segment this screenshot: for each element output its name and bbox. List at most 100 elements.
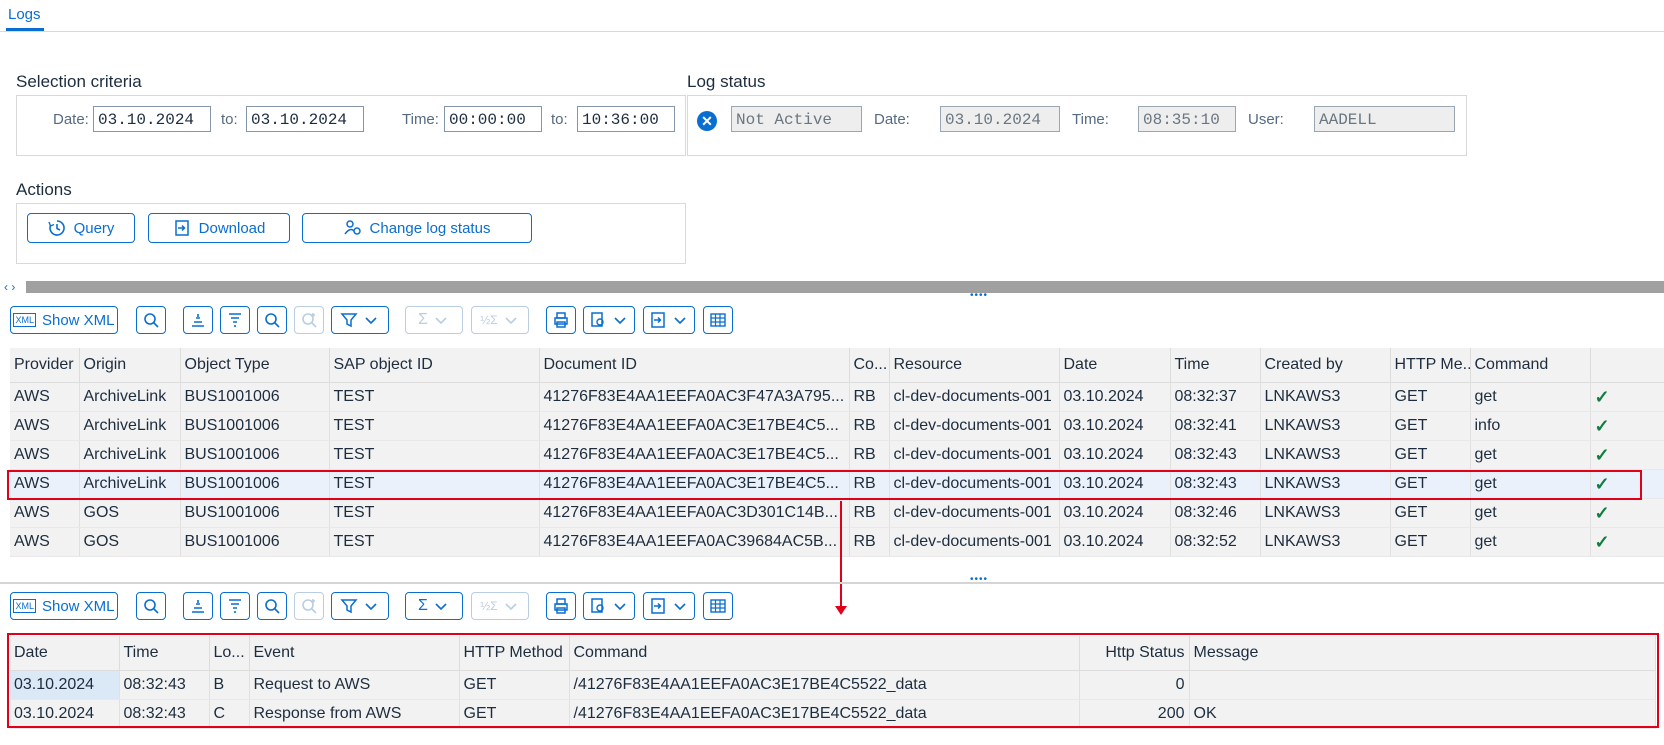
table-cell[interactable]: BUS1001006: [180, 498, 330, 528]
table-cell[interactable]: cl-dev-documents-001: [889, 382, 1060, 412]
table-cell[interactable]: get: [1470, 498, 1591, 528]
detail-cell[interactable]: 08:32:43: [119, 699, 210, 729]
detail-cell[interactable]: 03.10.2024: [10, 699, 120, 729]
table-cell[interactable]: cl-dev-documents-001: [889, 411, 1060, 441]
total-dropdown-button-2[interactable]: Σ: [405, 592, 463, 620]
subtotal-dropdown-button[interactable]: ½Σ: [471, 306, 529, 334]
table-cell[interactable]: 03.10.2024: [1059, 382, 1171, 412]
view-dropdown-button[interactable]: [583, 306, 635, 334]
table-cell[interactable]: AWS: [10, 382, 80, 412]
detail-row[interactable]: 03.10.2024 08:32:43 C Response from AWS GET /…: [10, 699, 1656, 729]
table-cell[interactable]: GET: [1390, 440, 1471, 470]
sort-ascending-button[interactable]: [183, 306, 213, 334]
column-header[interactable]: Object Type: [180, 348, 330, 383]
table-cell[interactable]: RB: [849, 469, 890, 499]
table-cell[interactable]: GET: [1390, 469, 1471, 499]
find-next-button[interactable]: [294, 306, 324, 334]
table-cell[interactable]: RB: [849, 498, 890, 528]
column-header[interactable]: SAP object ID: [329, 348, 540, 383]
date-from-input[interactable]: 03.10.2024: [93, 106, 211, 132]
table-cell[interactable]: BUS1001006: [180, 411, 330, 441]
column-header[interactable]: Time: [1170, 348, 1261, 383]
panel-divider[interactable]: [0, 582, 1664, 584]
detail-cell[interactable]: /41276F83E4AA1EEFA0AC3E17BE4C5522_data: [569, 670, 1080, 700]
table-cell[interactable]: TEST: [329, 469, 540, 499]
detail-column-header[interactable]: Http Status: [1079, 636, 1190, 671]
resize-grip-icon-2[interactable]: ••••: [970, 574, 988, 585]
print-button[interactable]: [546, 306, 576, 334]
table-cell[interactable]: 08:32:37: [1170, 382, 1261, 412]
table-cell[interactable]: 03.10.2024: [1059, 469, 1171, 499]
table-cell[interactable]: 41276F83E4AA1EEFA0AC3D301C14B...: [539, 498, 850, 528]
table-cell[interactable]: RB: [849, 527, 890, 557]
table-cell[interactable]: ArchiveLink: [79, 411, 181, 441]
download-button[interactable]: Download: [148, 213, 290, 243]
table-cell[interactable]: GOS: [79, 498, 181, 528]
table-cell[interactable]: LNKAWS3: [1260, 498, 1391, 528]
detail-cell[interactable]: Request to AWS: [249, 670, 460, 700]
change-log-status-button[interactable]: Change log status: [302, 213, 532, 243]
table-row[interactable]: AWS ArchiveLink BUS1001006 TEST 41276F83E4AA…: [10, 469, 1664, 499]
detail-column-header[interactable]: Date: [10, 636, 120, 671]
print-button-2[interactable]: [546, 592, 576, 620]
sort-ascending-button-2[interactable]: [183, 592, 213, 620]
table-row[interactable]: AWS GOS BUS1001006 TEST 41276F83E4AA1EEFA0AC…: [10, 527, 1664, 557]
table-cell[interactable]: get: [1470, 382, 1591, 412]
collapse-toggle-icon[interactable]: ‹ ›: [4, 280, 15, 294]
table-cell[interactable]: RB: [849, 411, 890, 441]
detail-column-header[interactable]: HTTP Method: [459, 636, 570, 671]
export-dropdown-button[interactable]: [643, 306, 695, 334]
column-header[interactable]: Command: [1470, 348, 1591, 383]
table-row[interactable]: AWS GOS BUS1001006 TEST 41276F83E4AA1EEFA0AC…: [10, 498, 1664, 528]
column-header[interactable]: Provider: [10, 348, 80, 383]
table-cell[interactable]: get: [1470, 469, 1591, 499]
date-to-input[interactable]: 03.10.2024: [246, 106, 364, 132]
sort-descending-button-2[interactable]: [220, 592, 250, 620]
detail-cell[interactable]: /41276F83E4AA1EEFA0AC3E17BE4C5522_data: [569, 699, 1080, 729]
table-cell[interactable]: GET: [1390, 382, 1471, 412]
show-xml-button[interactable]: XML Show XML: [10, 306, 118, 334]
show-xml-button-2[interactable]: XML Show XML: [10, 592, 118, 620]
details-button-2[interactable]: [136, 592, 166, 620]
view-dropdown-button-2[interactable]: [583, 592, 635, 620]
detail-cell[interactable]: OK: [1189, 699, 1656, 729]
column-header[interactable]: [1590, 348, 1664, 383]
table-cell[interactable]: 08:32:43: [1170, 469, 1261, 499]
splitter-bar[interactable]: [26, 281, 1664, 293]
column-header[interactable]: Co...: [849, 348, 890, 383]
find-next-button-2[interactable]: [294, 592, 324, 620]
subtotal-dropdown-button-2[interactable]: ½Σ: [471, 592, 529, 620]
detail-column-header[interactable]: Time: [119, 636, 210, 671]
table-cell[interactable]: 03.10.2024: [1059, 498, 1171, 528]
table-cell[interactable]: 41276F83E4AA1EEFA0AC3E17BE4C5...: [539, 440, 850, 470]
table-cell[interactable]: GOS: [79, 527, 181, 557]
detail-cell[interactable]: B: [209, 670, 250, 700]
table-row[interactable]: AWS ArchiveLink BUS1001006 TEST 41276F83E4AA…: [10, 440, 1664, 470]
table-cell[interactable]: 03.10.2024: [1059, 527, 1171, 557]
table-cell[interactable]: GET: [1390, 411, 1471, 441]
table-cell[interactable]: AWS: [10, 527, 80, 557]
table-cell[interactable]: GET: [1390, 498, 1471, 528]
table-cell[interactable]: cl-dev-documents-001: [889, 527, 1060, 557]
find-button[interactable]: [257, 306, 287, 334]
detail-column-header[interactable]: Command: [569, 636, 1080, 671]
details-button[interactable]: [136, 306, 166, 334]
table-cell[interactable]: 08:32:41: [1170, 411, 1261, 441]
table-cell[interactable]: 41276F83E4AA1EEFA0AC3E17BE4C5...: [539, 469, 850, 499]
column-header[interactable]: Created by: [1260, 348, 1391, 383]
table-cell[interactable]: TEST: [329, 382, 540, 412]
detail-cell[interactable]: [1189, 670, 1656, 700]
table-cell[interactable]: TEST: [329, 411, 540, 441]
table-cell[interactable]: 41276F83E4AA1EEFA0AC3E17BE4C5...: [539, 411, 850, 441]
table-cell[interactable]: 08:32:52: [1170, 527, 1261, 557]
table-cell[interactable]: 41276F83E4AA1EEFA0AC3F47A3A795...: [539, 382, 850, 412]
table-cell[interactable]: 03.10.2024: [1059, 411, 1171, 441]
table-cell[interactable]: BUS1001006: [180, 527, 330, 557]
column-header[interactable]: Document ID: [539, 348, 850, 383]
column-header[interactable]: HTTP Me...: [1390, 348, 1471, 383]
detail-cell[interactable]: 0: [1079, 670, 1190, 700]
detail-cell[interactable]: 08:32:43: [119, 670, 210, 700]
table-cell[interactable]: LNKAWS3: [1260, 527, 1391, 557]
table-cell[interactable]: get: [1470, 527, 1591, 557]
table-cell[interactable]: LNKAWS3: [1260, 411, 1391, 441]
